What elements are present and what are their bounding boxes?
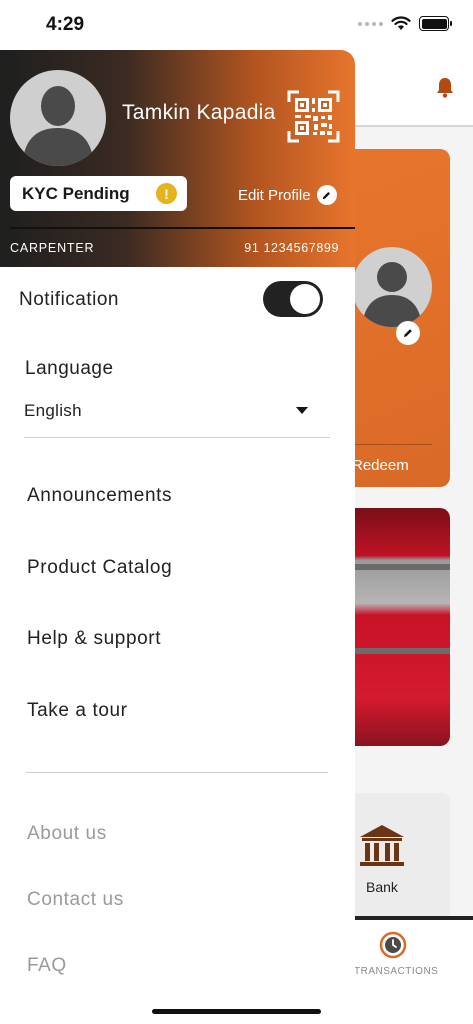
status-time: 4:29 <box>46 14 85 35</box>
user-phone: 91 1234567899 <box>244 241 339 255</box>
nav-transactions-label[interactable]: TRANSACTIONS <box>354 966 438 977</box>
promo-avatar <box>352 247 432 327</box>
notification-toggle[interactable] <box>263 281 323 317</box>
pencil-icon <box>316 185 337 205</box>
notification-label: Notification <box>19 289 119 310</box>
caret-down-icon <box>296 407 308 414</box>
cellular-signal-icon <box>358 21 383 26</box>
promo-edit-button[interactable] <box>396 321 420 345</box>
language-label: Language <box>25 358 114 379</box>
menu-item-announcements[interactable]: Announcements <box>27 485 172 507</box>
menu-item-about-us[interactable]: About us <box>27 823 107 845</box>
promo-divider <box>352 444 432 445</box>
person-silhouette-icon <box>362 262 422 327</box>
menu-item-product-catalog[interactable]: Product Catalog <box>27 557 172 579</box>
home-indicator[interactable] <box>152 1009 321 1014</box>
status-icons <box>358 16 452 31</box>
user-role: CARPENTER <box>10 241 95 255</box>
edit-profile-button[interactable]: Edit Profile <box>238 185 337 205</box>
language-value: English <box>24 401 82 420</box>
drawer-profile-header: Tamkin Kapadia KYC Pending ! Edit Profil… <box>0 50 355 267</box>
language-select[interactable]: English <box>24 396 330 438</box>
menu-item-faq[interactable]: FAQ <box>27 955 67 977</box>
bank-icon <box>360 825 404 866</box>
menu-divider <box>26 772 328 773</box>
edit-profile-label: Edit Profile <box>238 186 311 204</box>
profile-avatar[interactable] <box>10 70 106 166</box>
side-drawer: Tamkin Kapadia KYC Pending ! Edit Profil… <box>0 50 355 1024</box>
warning-icon: ! <box>156 183 177 204</box>
status-bar: 4:29 <box>0 0 473 50</box>
menu-item-take-a-tour[interactable]: Take a tour <box>27 700 128 722</box>
kyc-status-badge[interactable]: KYC Pending ! <box>10 176 187 211</box>
pencil-icon <box>404 329 412 337</box>
transactions-icon[interactable] <box>378 930 408 960</box>
redeem-button[interactable]: Redeem <box>352 457 409 474</box>
battery-icon <box>419 16 452 31</box>
bank-label: Bank <box>366 879 398 895</box>
wifi-icon <box>391 16 411 30</box>
menu-item-contact-us[interactable]: Contact us <box>27 889 124 911</box>
menu-item-help-support[interactable]: Help & support <box>27 628 161 650</box>
qr-code-icon[interactable] <box>287 90 340 143</box>
user-name: Tamkin Kapadia <box>122 101 276 124</box>
bell-icon[interactable] <box>435 76 455 98</box>
kyc-status-text: KYC Pending <box>22 183 130 203</box>
header-divider <box>10 227 355 229</box>
person-silhouette-icon <box>22 86 94 166</box>
